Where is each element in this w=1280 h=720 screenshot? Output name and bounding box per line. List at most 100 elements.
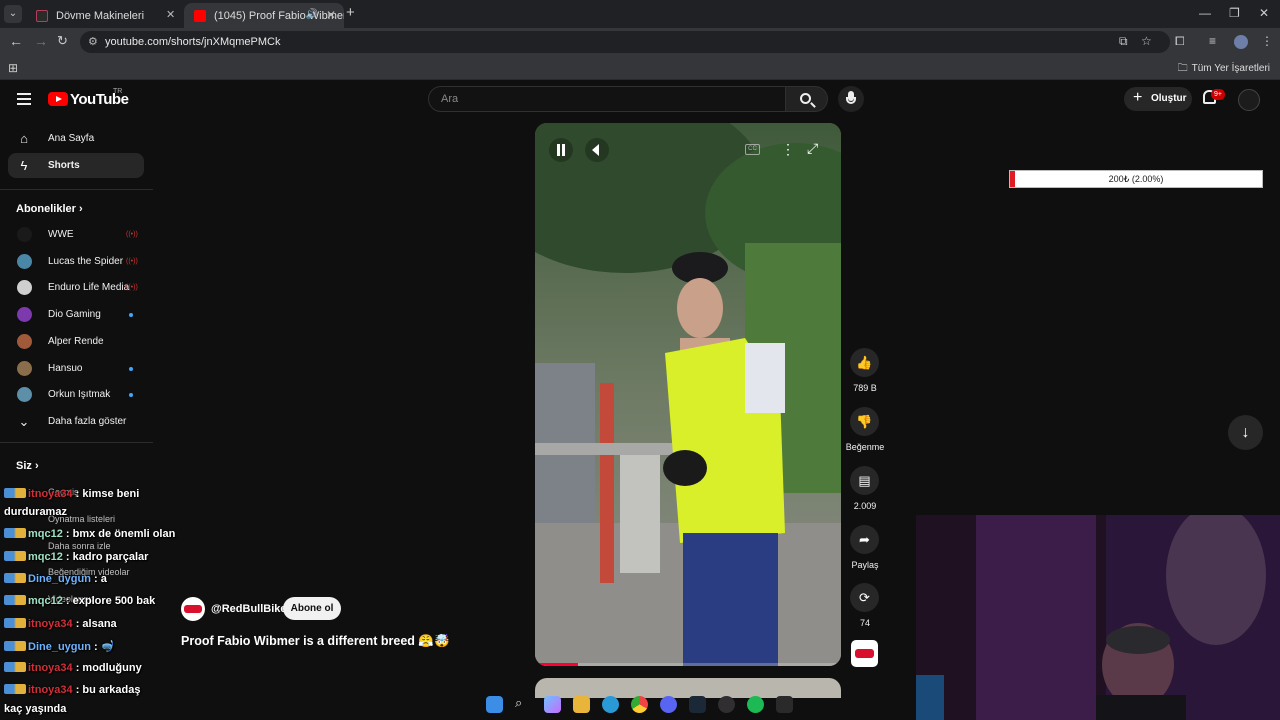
file-explorer-icon[interactable] xyxy=(573,696,590,713)
chevron-right-icon: › xyxy=(34,460,39,472)
video-progress-bar[interactable] xyxy=(535,663,841,666)
account-avatar[interactable] xyxy=(1238,89,1260,111)
thumbs-up-icon: 👍 xyxy=(856,355,873,370)
restore-icon[interactable]: ❐ xyxy=(1229,6,1240,20)
close-tab-icon[interactable]: ✕ xyxy=(166,8,175,21)
minimize-icon[interactable]: — xyxy=(1199,6,1211,20)
sidebar-item-subscription[interactable]: Enduro Life Media ((•)) xyxy=(8,275,144,300)
discord-icon[interactable] xyxy=(660,696,677,713)
pause-button[interactable] xyxy=(549,138,573,162)
redbull-logo-icon xyxy=(184,605,202,613)
profile-avatar-icon[interactable] xyxy=(1234,35,1248,49)
chat-username: mqc12 xyxy=(28,595,63,608)
browser-menu-icon[interactable]: ⋮ xyxy=(1261,34,1273,48)
stream-chat-overlay: itnoya34 : kimse beni durduramaz mqc12 : b… xyxy=(0,484,175,720)
new-content-dot-icon xyxy=(129,313,133,318)
sidebar-item-home[interactable]: ⌂ Ana Sayfa xyxy=(8,126,144,151)
show-more-button[interactable]: ⌄ Daha fazla göster xyxy=(8,409,144,434)
youtube-logo-icon[interactable] xyxy=(48,92,68,106)
channel-avatar[interactable] xyxy=(181,597,205,621)
remix-button[interactable]: ⟳ xyxy=(850,583,879,612)
sidebar-item-subscription[interactable]: Lucas the Spider ((•)) xyxy=(8,249,144,274)
captions-button[interactable]: CC xyxy=(745,144,760,155)
chat-text: : a xyxy=(90,572,107,585)
windows-start-icon[interactable] xyxy=(486,696,503,713)
apps-grid-icon[interactable]: ⊞ xyxy=(8,61,18,75)
tab-search-button[interactable]: ⌄ xyxy=(4,5,22,23)
comments-button[interactable]: ▤ xyxy=(850,466,879,495)
chat-badge-icon xyxy=(4,617,26,628)
youtube-header: YouTube TR Ara + Oluştur 9+ xyxy=(0,80,1280,120)
sidebar-item-subscription[interactable]: Hansuo xyxy=(8,356,144,381)
obs-icon[interactable] xyxy=(718,696,735,713)
webcam-frame xyxy=(916,515,1280,720)
back-icon[interactable]: ← xyxy=(9,33,23,49)
search-input[interactable]: Ara xyxy=(428,86,786,112)
new-tab-button[interactable]: + xyxy=(346,4,355,21)
chat-text: : 🤿 xyxy=(90,640,115,653)
site-info-icon[interactable]: ⚙ xyxy=(88,35,98,48)
search-icon[interactable]: ⌕ xyxy=(515,695,522,711)
dislike-button[interactable]: 👎 xyxy=(850,407,879,436)
browser-tab-2[interactable]: (1045) Proof Fabio Wibmer 🔊 ✕ xyxy=(184,3,344,28)
browser-tab-1[interactable]: Dövme Makineleri xyxy=(26,3,181,28)
subscriptions-heading[interactable]: Abonelikler › xyxy=(16,203,83,215)
create-button[interactable]: + Oluştur xyxy=(1124,87,1192,111)
sidebar-item-subscription[interactable]: WWE ((•)) xyxy=(8,222,144,247)
you-heading[interactable]: Siz › xyxy=(16,460,39,472)
chat-username: Dine_uygun xyxy=(28,572,91,585)
share-label: Paylaş xyxy=(851,560,879,570)
close-tab-icon[interactable]: ✕ xyxy=(326,8,336,22)
steam-icon[interactable] xyxy=(689,696,706,713)
url-text[interactable]: youtube.com/shorts/jnXMqmePMCk xyxy=(105,36,280,48)
comment-count: 2.009 xyxy=(853,501,877,511)
address-bar[interactable]: ⚙ youtube.com/shorts/jnXMqmePMCk xyxy=(80,31,1170,53)
all-bookmarks-button[interactable]: 🗀 Tüm Yer İşaretleri xyxy=(1178,61,1270,78)
epic-games-icon[interactable] xyxy=(776,696,793,713)
tab-audio-icon[interactable]: 🔊 xyxy=(306,9,318,20)
chat-text: : explore 500 bak xyxy=(62,595,156,608)
spotify-icon[interactable] xyxy=(747,696,764,713)
subscriptions-title: Abonelikler xyxy=(16,203,76,215)
reload-icon[interactable]: ↻ xyxy=(57,33,68,49)
install-app-icon[interactable]: ⧉ xyxy=(1119,34,1128,49)
chat-text: : kadro parçalar xyxy=(62,550,149,563)
more-options-icon[interactable]: ⋮ xyxy=(781,141,795,158)
bookmark-star-icon[interactable]: ☆ xyxy=(1141,34,1152,48)
subscribe-button[interactable]: Abone ol xyxy=(283,597,341,620)
bookmarks-bar: ⊞ 🗀 Tüm Yer İşaretleri xyxy=(0,56,1280,80)
sidebar-item-subscription[interactable]: Alper Rende xyxy=(8,329,144,354)
shorts-player[interactable]: CC ⋮ ⤢ xyxy=(535,123,841,666)
chat-message: itnoya34 : kimse beni xyxy=(4,488,139,500)
copilot-icon[interactable] xyxy=(544,696,561,713)
menu-icon[interactable] xyxy=(17,93,31,105)
sidebar-item-shorts[interactable]: ϟ Shorts xyxy=(8,153,144,178)
chat-badge-icon xyxy=(4,488,26,498)
chat-username: Dine_uygun xyxy=(28,640,91,653)
sidebar-item-label: WWE xyxy=(48,229,74,240)
edge-icon[interactable] xyxy=(602,696,619,713)
close-window-icon[interactable]: ✕ xyxy=(1259,6,1269,20)
sidebar-item-subscription[interactable]: Orkun Işıtmak xyxy=(8,382,144,407)
chat-badge-icon xyxy=(4,684,26,695)
chat-badge-icon xyxy=(4,595,26,606)
forward-icon[interactable]: → xyxy=(34,33,48,49)
divider xyxy=(0,442,153,443)
sidebar-item-label: Hansuo xyxy=(48,362,83,374)
chrome-icon[interactable] xyxy=(631,696,648,713)
all-bookmarks-label: Tüm Yer İşaretleri xyxy=(1191,63,1270,74)
volume-button[interactable] xyxy=(585,138,609,162)
media-controls-icon[interactable]: ≡ xyxy=(1209,34,1216,48)
like-button[interactable]: 👍 xyxy=(850,348,879,377)
fullscreen-icon[interactable]: ⤢ xyxy=(807,140,818,157)
search-button[interactable] xyxy=(786,86,828,112)
voice-search-button[interactable] xyxy=(838,86,864,112)
sidebar-item-subscription[interactable]: Dio Gaming xyxy=(8,302,144,327)
extensions-icon[interactable]: ⧠ xyxy=(1175,34,1185,49)
chat-username: itnoya34 xyxy=(28,662,73,675)
next-video-button[interactable]: ↓ xyxy=(1228,415,1263,450)
sound-channel-thumbnail[interactable] xyxy=(851,640,878,667)
chat-text: : modluğuny xyxy=(72,662,142,675)
channel-name[interactable]: @RedBullBike xyxy=(211,603,287,615)
share-button[interactable]: ➦ xyxy=(850,525,879,554)
